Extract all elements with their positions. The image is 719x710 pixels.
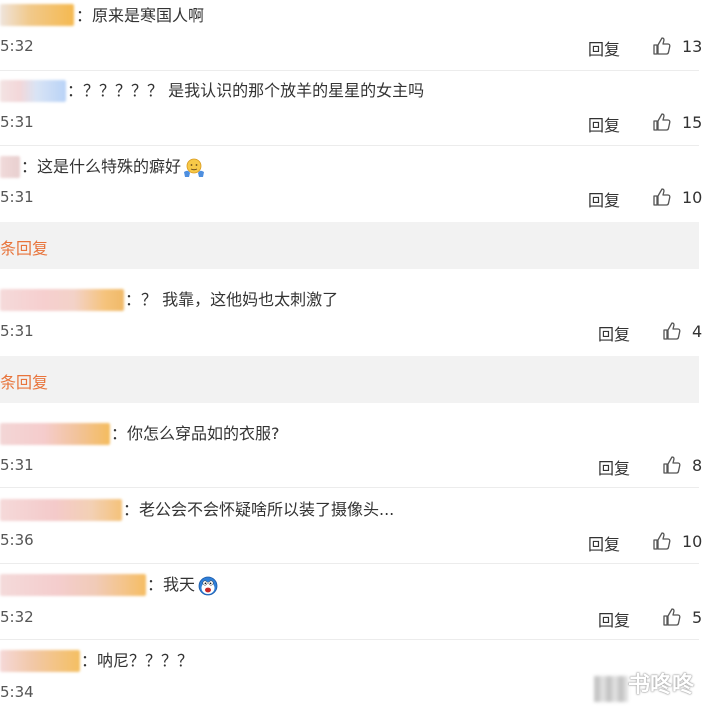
like-count: 15 bbox=[682, 112, 703, 132]
comment-text: ：你怎么穿品如的衣服? bbox=[111, 424, 280, 443]
comment-text: ：我天 bbox=[147, 574, 219, 597]
thumbs-up-icon bbox=[663, 608, 681, 626]
like-button[interactable]: 10 bbox=[652, 187, 702, 207]
username-redacted[interactable] bbox=[0, 4, 74, 26]
comment-time: 5:31 bbox=[0, 456, 34, 474]
watermark-logo bbox=[594, 676, 628, 702]
comment-item: ：？ 我靠，这他妈也太刺激了 5:31 回复 4 bbox=[0, 277, 719, 357]
like-button[interactable]: 15 bbox=[652, 112, 702, 132]
comment-time: 5:36 bbox=[0, 531, 34, 549]
comment-text-content: ：这是什么特殊的癖好 bbox=[21, 157, 182, 176]
comment-text: ：这是什么特殊的癖好 bbox=[21, 156, 205, 179]
thumbs-up-icon bbox=[653, 188, 671, 206]
comment-item: ：原来是寒国人啊 5:32 回复 13 bbox=[0, 0, 719, 70]
comment-text: ：？ 我靠，这他妈也太刺激了 bbox=[125, 290, 339, 309]
thumbs-up-icon bbox=[663, 456, 681, 474]
like-count: 5 bbox=[692, 607, 703, 627]
like-count: 10 bbox=[682, 531, 703, 551]
shrug-emoji-icon bbox=[183, 157, 205, 179]
username-redacted[interactable] bbox=[0, 156, 20, 178]
comment-time: 5:32 bbox=[0, 37, 34, 55]
comment-time: 5:34 bbox=[0, 683, 34, 701]
like-count: 10 bbox=[682, 187, 703, 207]
like-button[interactable]: 13 bbox=[652, 36, 702, 56]
username-redacted[interactable] bbox=[0, 80, 66, 102]
comment-text: ：原来是寒国人啊 bbox=[76, 6, 205, 25]
username-redacted[interactable] bbox=[0, 574, 146, 596]
like-count: 4 bbox=[692, 321, 703, 341]
comment-time: 5:32 bbox=[0, 608, 34, 626]
more-replies-link[interactable]: 条回复 bbox=[0, 235, 48, 259]
reply-button[interactable]: 回复 bbox=[598, 455, 630, 479]
shocked-emoji-icon bbox=[197, 575, 219, 597]
like-count: 13 bbox=[682, 36, 703, 56]
like-button[interactable]: 5 bbox=[662, 607, 702, 627]
comment-text: ：？？？？？ 是我认识的那个放羊的星星的女主吗 bbox=[67, 81, 425, 100]
reply-button[interactable]: 回复 bbox=[598, 607, 630, 631]
more-replies-bar[interactable]: 条回复 bbox=[0, 222, 699, 269]
like-button[interactable]: 10 bbox=[652, 531, 702, 551]
like-button[interactable]: 8 bbox=[662, 455, 702, 475]
comment-item: ：我天 5:32 回复 5 bbox=[0, 564, 719, 639]
comment-item: ：这是什么特殊的癖好 5:31 回复 10 bbox=[0, 146, 719, 220]
username-redacted[interactable] bbox=[0, 289, 124, 311]
reply-button[interactable]: 回复 bbox=[588, 112, 620, 136]
thumbs-up-icon bbox=[663, 322, 681, 340]
comment-time: 5:31 bbox=[0, 188, 34, 206]
comment-time: 5:31 bbox=[0, 113, 34, 131]
username-redacted[interactable] bbox=[0, 499, 122, 521]
comment-thread: ：原来是寒国人啊 5:32 回复 13 ：？？？？？ 是我认识的那个放羊的星星的… bbox=[0, 0, 719, 710]
more-replies-bar[interactable]: 条回复 bbox=[0, 356, 699, 403]
username-redacted[interactable] bbox=[0, 650, 80, 672]
comment-text: ：呐尼？？？？ bbox=[81, 651, 194, 670]
reply-button[interactable]: 回复 bbox=[598, 321, 630, 345]
more-replies-link[interactable]: 条回复 bbox=[0, 369, 48, 393]
username-redacted[interactable] bbox=[0, 423, 110, 445]
reply-button[interactable]: 回复 bbox=[588, 187, 620, 211]
comment-item: ：？？？？？ 是我认识的那个放羊的星星的女主吗 5:31 回复 15 bbox=[0, 71, 719, 145]
like-button[interactable]: 4 bbox=[662, 321, 702, 341]
comment-text: ：老公会不会怀疑啥所以装了摄像头... bbox=[123, 500, 395, 519]
comment-item: ：你怎么穿品如的衣服? 5:31 回复 8 bbox=[0, 412, 719, 488]
reply-button[interactable]: 回复 bbox=[588, 36, 620, 60]
reply-button[interactable]: 回复 bbox=[588, 531, 620, 555]
watermark-text: 书咚咚 bbox=[628, 673, 695, 698]
comment-item: ：老公会不会怀疑啥所以装了摄像头... 5:36 回复 10 bbox=[0, 488, 719, 563]
like-count: 8 bbox=[692, 455, 703, 475]
thumbs-up-icon bbox=[653, 37, 671, 55]
thumbs-up-icon bbox=[653, 113, 671, 131]
comment-time: 5:31 bbox=[0, 322, 34, 340]
thumbs-up-icon bbox=[653, 532, 671, 550]
comment-text-content: ：我天 bbox=[147, 575, 196, 594]
